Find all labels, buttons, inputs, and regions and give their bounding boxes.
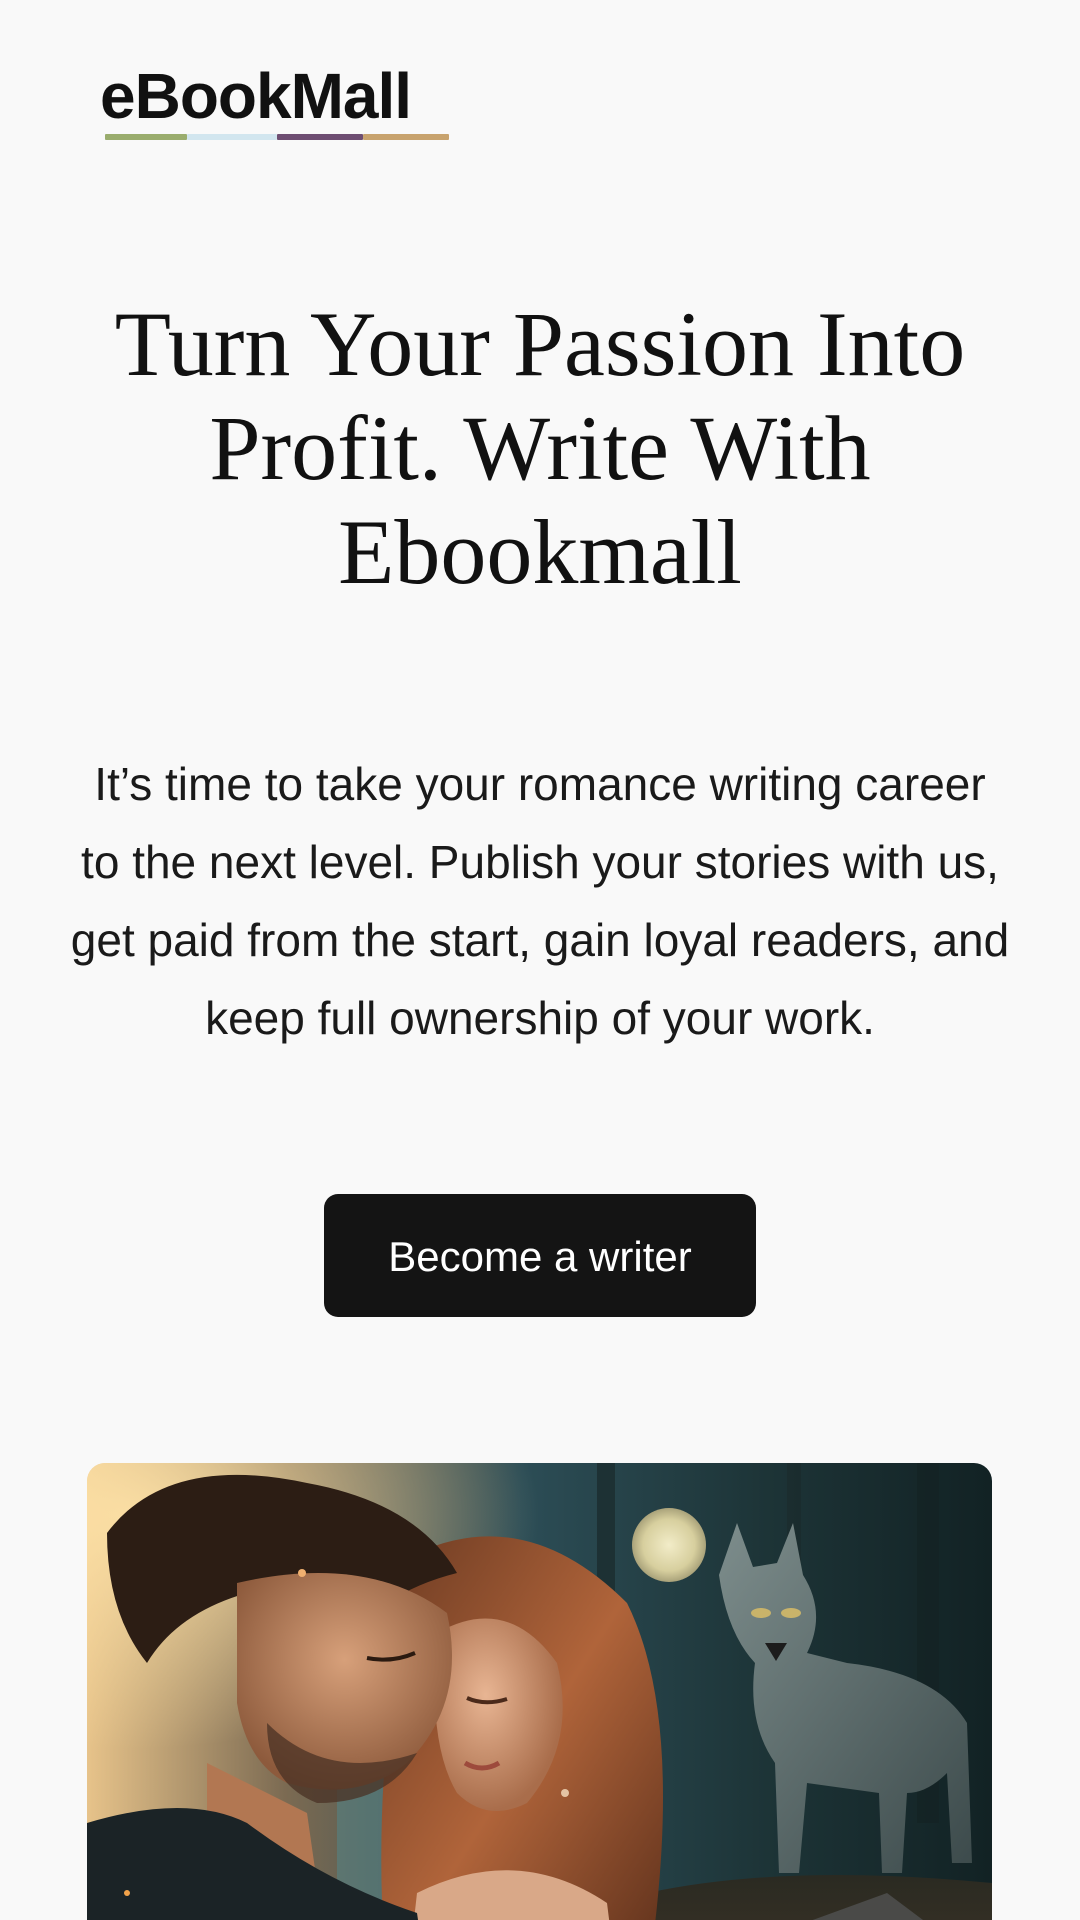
landing-page: eBookMall Turn Your Passion Into Profit.… bbox=[0, 0, 1080, 1920]
logo-stripe-light-blue bbox=[187, 134, 277, 140]
hero-description: It’s time to take your romance writing c… bbox=[70, 758, 1010, 1044]
ebookmall-logo[interactable]: eBookMall bbox=[100, 60, 452, 148]
logo-stripe-purple bbox=[277, 134, 363, 140]
hero-title: Turn Your Passion Into Profit. Write Wit… bbox=[114, 293, 966, 603]
logo-wordmark: eBookMall bbox=[100, 60, 412, 132]
logo-stripe-green bbox=[105, 134, 187, 140]
become-a-writer-button[interactable]: Become a writer bbox=[324, 1194, 756, 1317]
romance-cover-image bbox=[87, 1463, 992, 1920]
logo-stripe-tan bbox=[363, 134, 449, 140]
